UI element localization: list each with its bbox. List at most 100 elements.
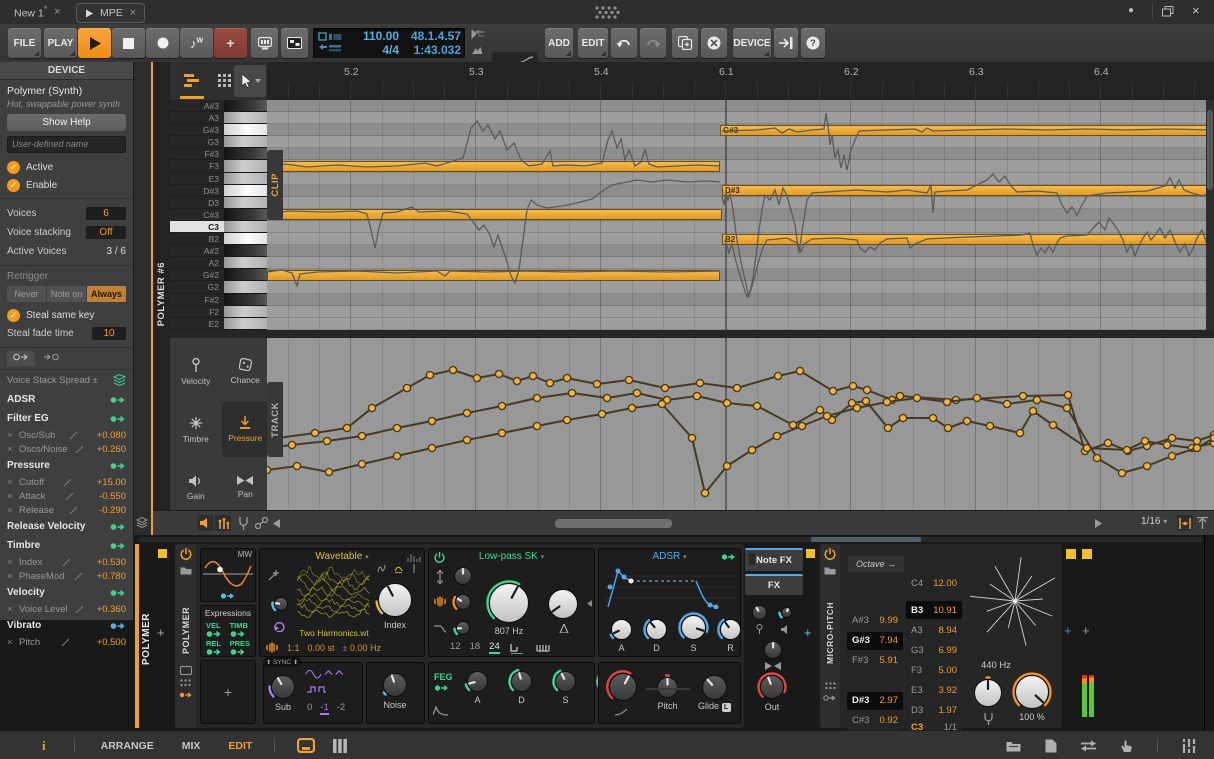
delete-button[interactable] xyxy=(701,28,727,58)
filter-slope-12[interactable]: 12 xyxy=(450,641,461,654)
remote-controls-icon[interactable] xyxy=(180,666,192,675)
mod-amount[interactable]: +0.780 xyxy=(97,571,126,582)
record-button[interactable] xyxy=(146,28,179,58)
piano-key[interactable] xyxy=(224,294,267,306)
mod-source-velocity[interactable]: Velocity xyxy=(7,583,126,602)
view-edit[interactable]: EDIT xyxy=(228,740,252,752)
mod-amount[interactable]: +15.00 xyxy=(97,477,126,488)
undo-button[interactable] xyxy=(611,28,637,58)
expression-view-button[interactable] xyxy=(215,515,231,531)
glide-knob[interactable]: Glide L xyxy=(698,674,731,712)
power-icon[interactable] xyxy=(180,548,192,560)
transport-mode-icons[interactable] xyxy=(318,32,344,54)
lane-button-pan[interactable]: Pan xyxy=(222,460,268,515)
io-routing-icon[interactable] xyxy=(1081,740,1096,752)
grid-size-selector[interactable]: 1/16 ▾ xyxy=(1141,516,1167,527)
micropitch-device-header[interactable]: MICRO-PITCH xyxy=(820,544,840,728)
comb-shape-icon[interactable] xyxy=(536,642,552,654)
grid-dots-icon[interactable] xyxy=(180,679,191,687)
amp-env-panel[interactable]: ADSR ▾ ADSR xyxy=(598,548,741,657)
piano-key[interactable] xyxy=(224,318,267,330)
piano-key[interactable] xyxy=(224,173,267,185)
remove-mod-icon[interactable]: × xyxy=(7,505,19,516)
oscillator-panel[interactable]: Wavetable ▾ Two Harmonics.wt Index 1:1 0… xyxy=(259,548,425,657)
pitch-panel[interactable]: Pitch Glide L xyxy=(598,662,741,724)
add-track-button[interactable]: + xyxy=(1064,623,1072,638)
pressure-expression-lane[interactable] xyxy=(267,338,1214,510)
user-defined-name-input[interactable]: User-defined name xyxy=(7,136,126,153)
tempo-value[interactable]: 110.00 xyxy=(347,29,399,43)
mod-amount[interactable]: +0.500 xyxy=(97,637,126,648)
osc-tune-row[interactable]: 1:1 0.00 st ± 0.00 Hz xyxy=(265,642,421,653)
lane-separator[interactable] xyxy=(170,330,1214,338)
device-menu-button[interactable]: DEVICE xyxy=(733,28,771,58)
stack-spread-icon[interactable] xyxy=(113,374,126,386)
piano-key[interactable] xyxy=(224,197,267,209)
piano-key[interactable] xyxy=(224,269,267,281)
knob-knob[interactable] xyxy=(751,604,768,621)
micropitch-key-C#3[interactable]: C#30.92 xyxy=(847,712,903,730)
add-modulator-button[interactable]: + xyxy=(200,660,256,724)
micropitch-key-F3[interactable]: F35.00 xyxy=(906,662,962,680)
add-device-button[interactable]: + xyxy=(804,625,812,640)
expression-vel[interactable]: VEL xyxy=(206,621,226,638)
knob-knob[interactable] xyxy=(763,640,783,660)
mod-target-release[interactable]: × Release -0.290 xyxy=(7,503,126,517)
overdub-button[interactable]: + xyxy=(214,28,247,58)
piano-key-row-C3[interactable]: C3 xyxy=(170,221,267,233)
tab-modulation-out[interactable] xyxy=(7,351,35,366)
active-checkbox[interactable]: ✓Active xyxy=(7,158,126,176)
filter-eg-panel[interactable]: FEG ADSR xyxy=(428,662,595,724)
piano-key[interactable] xyxy=(224,245,267,257)
device-name-vertical[interactable]: MICRO-PITCH xyxy=(825,586,835,664)
piano-key[interactable] xyxy=(224,306,267,318)
play-menu-button[interactable]: PLAY xyxy=(44,28,77,58)
filter-slope-18[interactable]: 18 xyxy=(470,641,481,654)
power-icon[interactable] xyxy=(824,548,836,560)
piano-key-row-G3[interactable]: G3 xyxy=(170,136,267,148)
setting-value[interactable]: 3 / 6 xyxy=(107,246,126,257)
mod-amount[interactable]: +0.530 xyxy=(97,557,126,568)
automation-write-button[interactable]: ♪W xyxy=(180,28,213,58)
remove-mod-icon[interactable]: × xyxy=(7,637,19,648)
micropitch-key-A#3[interactable]: A#39.99 xyxy=(847,611,903,629)
steal-fade-value[interactable]: 10 xyxy=(92,327,126,340)
clip-slot-indicator[interactable] xyxy=(1082,549,1092,559)
piano-key[interactable] xyxy=(224,185,267,197)
audition-button[interactable] xyxy=(197,515,213,531)
piano-key[interactable] xyxy=(224,233,267,245)
piano-key[interactable] xyxy=(224,148,267,160)
sub-octave-0[interactable]: 0 xyxy=(307,702,312,715)
mod-amount[interactable]: -0.550 xyxy=(99,491,126,502)
knob-knob[interactable] xyxy=(452,566,474,586)
file-menu-button[interactable]: FILE xyxy=(8,28,41,58)
remove-mod-icon[interactable]: × xyxy=(7,491,19,502)
807-hz-knob[interactable]: 807 Hz xyxy=(486,580,532,636)
show-help-button[interactable]: Show Help xyxy=(7,114,126,131)
out-knob[interactable]: Out xyxy=(757,672,787,712)
device-name-vertical[interactable]: POLYMER xyxy=(181,590,191,654)
index-knob[interactable]: Index xyxy=(375,580,415,630)
expressions-modulator[interactable]: Expressions VELTIMBRELPRES xyxy=(200,605,256,657)
mixer-panel-icon[interactable] xyxy=(1182,739,1196,753)
fx-slot[interactable]: FX xyxy=(745,574,803,595)
lane-button-gain[interactable]: Gain xyxy=(173,460,219,515)
knob-knob[interactable] xyxy=(271,594,291,614)
d-knob[interactable]: D xyxy=(643,616,670,653)
micropitch-key-C4[interactable]: C412.00 xyxy=(906,574,962,592)
setting-value[interactable]: Off xyxy=(86,226,126,239)
remove-mod-icon[interactable]: × xyxy=(7,604,19,615)
clip-launcher-button[interactable] xyxy=(281,28,308,58)
lane-button-chance[interactable]: Chance xyxy=(222,344,268,399)
timeline-ruler[interactable]: 5.25.35.46.16.26.36.4 xyxy=(267,62,1214,101)
restore-icon[interactable] xyxy=(1162,6,1174,17)
next-icon[interactable] xyxy=(1095,519,1102,528)
multi-panel-layout-icon[interactable] xyxy=(333,739,347,753)
piano-key-row-D3[interactable]: D3 xyxy=(170,197,267,209)
edit-menu-button[interactable]: EDIT xyxy=(578,28,608,58)
remove-mod-icon[interactable]: × xyxy=(7,571,19,582)
piano-key[interactable] xyxy=(224,160,267,172)
add-device-left-button[interactable]: + xyxy=(157,625,165,640)
a-knob[interactable]: A xyxy=(608,616,635,653)
knob-knob[interactable] xyxy=(547,588,579,620)
